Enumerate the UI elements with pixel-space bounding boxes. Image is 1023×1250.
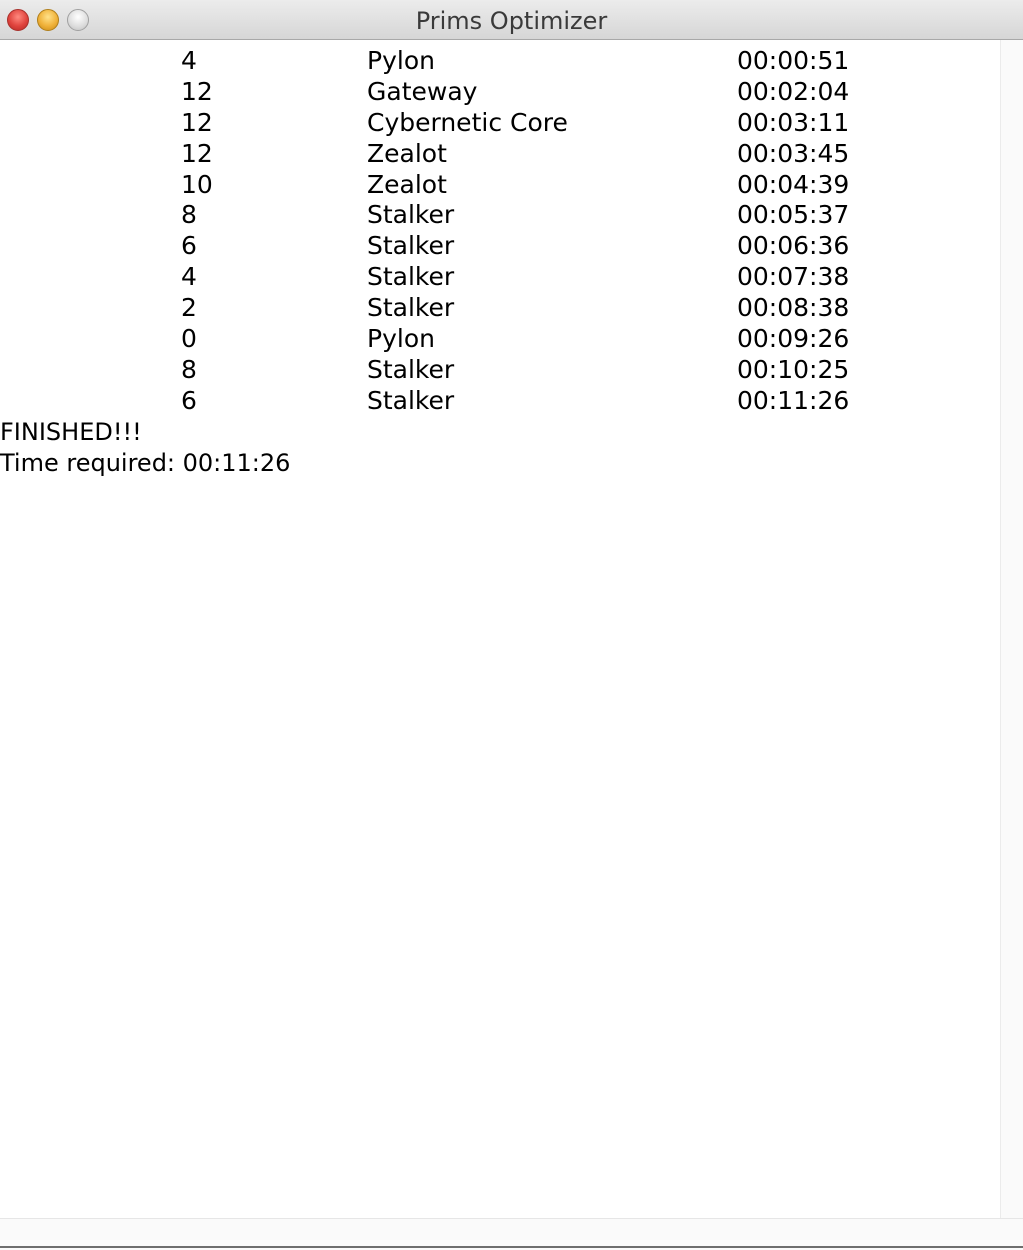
timestamp: 00:03:45 <box>737 139 850 168</box>
window-bottom-divider <box>0 1246 1023 1248</box>
build-order-row: 0 Pylon 00:09:26 <box>0 323 1000 354</box>
supply-value: 4 <box>181 46 197 75</box>
timestamp: 00:05:37 <box>737 200 850 229</box>
supply-value: 12 <box>181 108 213 137</box>
unit-name: Cybernetic Core <box>367 108 568 137</box>
build-order-row: 4 Stalker 00:07:38 <box>0 261 1000 292</box>
timestamp: 00:00:51 <box>737 46 850 75</box>
supply-value: 0 <box>181 324 197 353</box>
timestamp: 00:09:26 <box>737 324 850 353</box>
build-order-row: 10 Zealot 00:04:39 <box>0 169 1000 200</box>
supply-value: 4 <box>181 262 197 291</box>
supply-value: 6 <box>181 386 197 415</box>
output-text-area[interactable]: 4 Pylon 00:00:51 12 Gateway 00:02:04 12 … <box>0 40 1000 1218</box>
timestamp: 00:03:11 <box>737 108 850 137</box>
unit-name: Stalker <box>367 355 455 384</box>
unit-name: Pylon <box>367 324 435 353</box>
supply-value: 10 <box>181 170 213 199</box>
timestamp: 00:06:36 <box>737 231 850 260</box>
supply-value: 8 <box>181 355 197 384</box>
build-order-row: 4 Pylon 00:00:51 <box>0 45 1000 76</box>
supply-value: 8 <box>181 200 197 229</box>
build-order-row: 8 Stalker 00:05:37 <box>0 199 1000 230</box>
timestamp: 00:10:25 <box>737 355 850 384</box>
timestamp: 00:11:26 <box>737 386 850 415</box>
unit-name: Zealot <box>367 170 447 199</box>
supply-value: 12 <box>181 139 213 168</box>
finished-message: FINISHED!!! <box>0 418 142 446</box>
timestamp: 00:04:39 <box>737 170 850 199</box>
build-order-row: 6 Stalker 00:06:36 <box>0 230 1000 261</box>
supply-value: 6 <box>181 231 197 260</box>
build-order-row: 6 Stalker 00:11:26 <box>0 385 1000 416</box>
app-window: Prims Optimizer 4 Pylon 00:00:51 12 Gate… <box>0 0 1023 1250</box>
unit-name: Stalker <box>367 293 455 322</box>
supply-value: 2 <box>181 293 197 322</box>
supply-value: 12 <box>181 77 213 106</box>
build-order-row: 2 Stalker 00:08:38 <box>0 292 1000 323</box>
build-order-row: 12 Cybernetic Core 00:03:11 <box>0 107 1000 138</box>
timestamp: 00:02:04 <box>737 77 850 106</box>
unit-name: Zealot <box>367 139 447 168</box>
title-bar[interactable]: Prims Optimizer <box>0 0 1023 40</box>
time-required-message: Time required: 00:11:26 <box>0 449 291 477</box>
timestamp: 00:07:38 <box>737 262 850 291</box>
unit-name: Gateway <box>367 77 478 106</box>
unit-name: Stalker <box>367 386 455 415</box>
timestamp: 00:08:38 <box>737 293 850 322</box>
build-order-row: 12 Zealot 00:03:45 <box>0 138 1000 169</box>
unit-name: Stalker <box>367 262 455 291</box>
vertical-scrollbar[interactable] <box>1000 40 1023 1218</box>
unit-name: Stalker <box>367 200 455 229</box>
build-order-row: 12 Gateway 00:02:04 <box>0 76 1000 107</box>
window-title: Prims Optimizer <box>415 7 608 35</box>
build-order-row: 8 Stalker 00:10:25 <box>0 354 1000 385</box>
unit-name: Stalker <box>367 231 455 260</box>
unit-name: Pylon <box>367 46 435 75</box>
